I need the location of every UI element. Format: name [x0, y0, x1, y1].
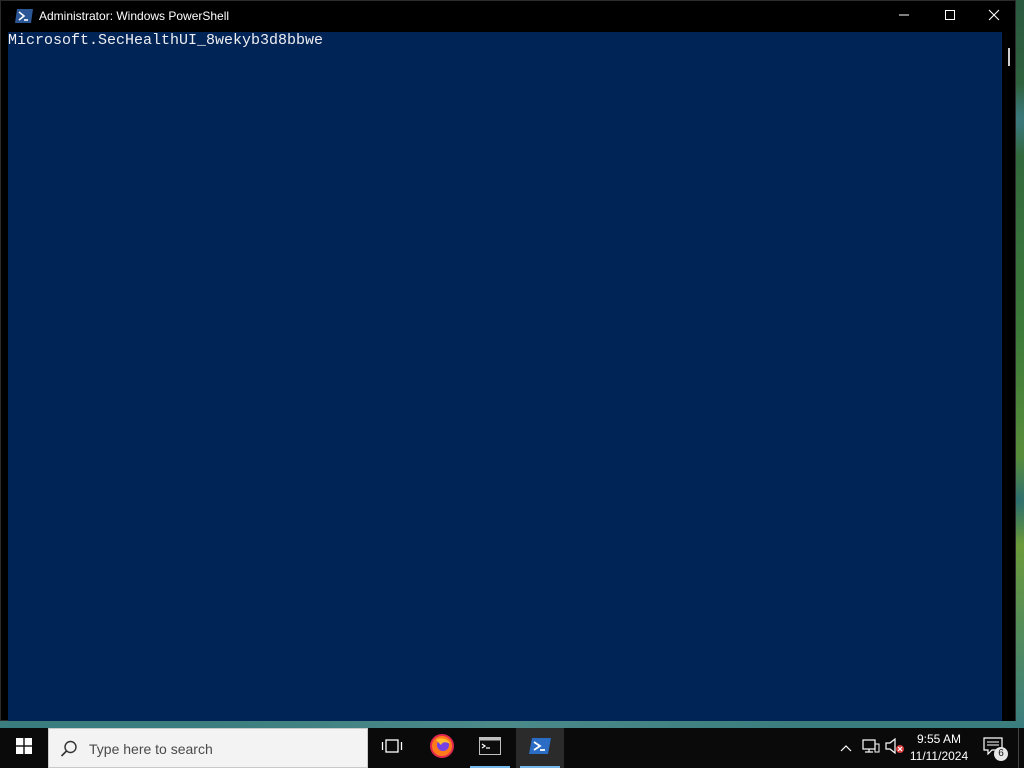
taskbar-command-prompt[interactable]: [466, 728, 514, 768]
minimize-icon: [898, 8, 910, 26]
console-output[interactable]: Microsoft.SecHealthUI_8wekyb3d8bbwe: [8, 32, 1002, 721]
powershell-icon: [15, 8, 33, 24]
volume-muted-icon: [885, 737, 905, 759]
close-button[interactable]: [971, 1, 1017, 32]
taskbar-powershell[interactable]: [516, 728, 564, 768]
search-icon: [59, 739, 79, 759]
console-line: Microsoft.SecHealthUI_8wekyb3d8bbwe: [8, 32, 324, 49]
task-view-button[interactable]: [368, 728, 416, 768]
start-button[interactable]: [0, 728, 48, 768]
minimize-button[interactable]: [881, 1, 927, 32]
windows-logo-icon: [16, 737, 32, 759]
notification-count-badge: 6: [994, 747, 1008, 761]
taskbar-search-box[interactable]: Type here to search: [48, 728, 368, 768]
network-icon: [862, 738, 880, 759]
vertical-scrollbar[interactable]: [1002, 32, 1015, 721]
taskbar: Type here to search 9:55 AM 11/11/2024 6: [0, 728, 1024, 768]
show-hidden-icons-button[interactable]: [836, 728, 856, 768]
search-placeholder: Type here to search: [89, 741, 213, 757]
powershell-window[interactable]: Administrator: Windows PowerShell Micros…: [0, 0, 1016, 721]
maximize-button[interactable]: [927, 1, 973, 32]
chevron-up-icon: [840, 739, 852, 757]
system-clock[interactable]: 9:55 AM 11/11/2024: [906, 731, 972, 765]
title-bar[interactable]: Administrator: Windows PowerShell: [1, 1, 1015, 32]
network-button[interactable]: [860, 728, 882, 768]
volume-button[interactable]: [884, 728, 906, 768]
powershell-icon: [529, 737, 551, 760]
clock-date: 11/11/2024: [909, 749, 969, 763]
window-title: Administrator: Windows PowerShell: [39, 9, 230, 23]
firefox-icon: [430, 733, 454, 763]
taskbar-firefox[interactable]: [418, 728, 466, 768]
scrollbar-thumb[interactable]: [1008, 48, 1010, 66]
clock-time: 9:55 AM: [916, 732, 962, 746]
action-center-button[interactable]: 6: [978, 728, 1008, 768]
task-view-icon: [381, 738, 403, 759]
close-icon: [988, 8, 1000, 26]
command-prompt-icon: [479, 736, 501, 760]
maximize-icon: [944, 8, 956, 26]
show-desktop-button[interactable]: [1018, 728, 1024, 768]
